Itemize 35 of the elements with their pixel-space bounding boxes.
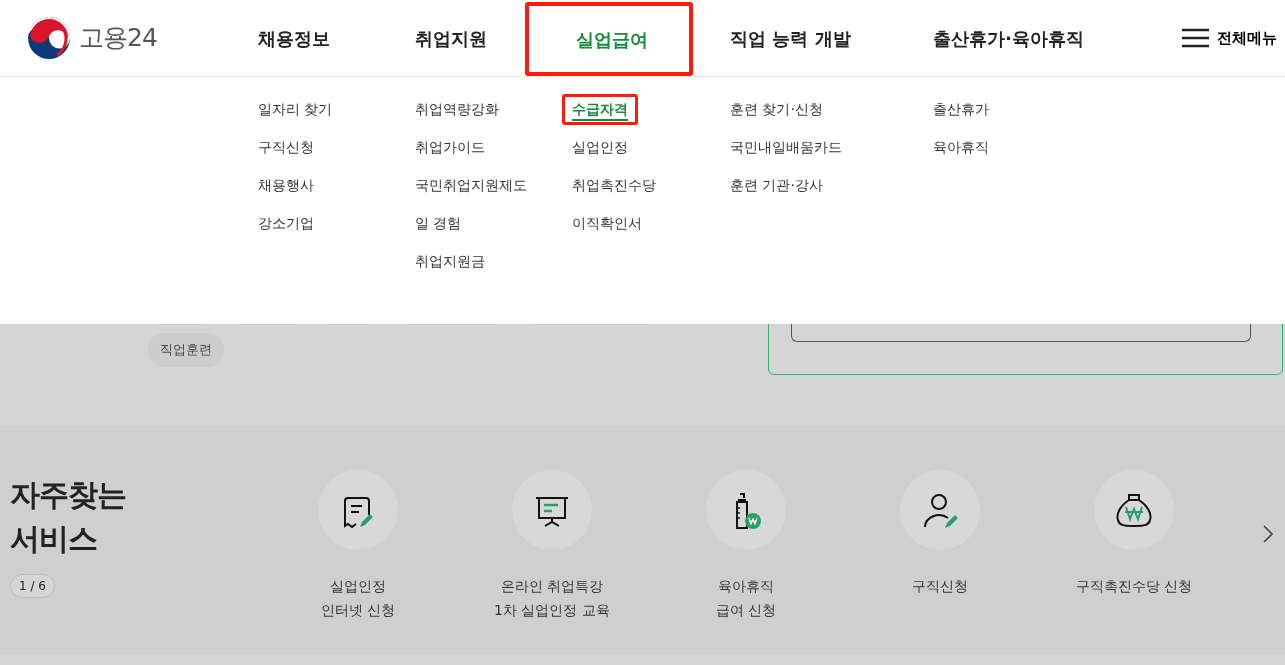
submenu-link[interactable]: 국민내일배움카드 — [720, 132, 852, 163]
nav-tab[interactable]: 취업지원 — [415, 24, 487, 52]
service-link[interactable]: 육아휴직 급여 신청 — [649, 470, 843, 622]
service-link[interactable]: 온라인 취업특강 1차 실업인정 교육 — [455, 470, 649, 622]
menu-icon — [1182, 28, 1209, 48]
service-link[interactable]: 실업인정 인터넷 신청 — [261, 470, 455, 622]
submenu-link[interactable]: 실업인정 — [562, 132, 638, 163]
submenu-link[interactable]: 육아휴직 — [923, 132, 999, 163]
submenu-link[interactable]: 강소기업 — [248, 208, 324, 239]
nav-tab[interactable]: 출산휴가·육아휴직 — [933, 24, 1084, 52]
service-link[interactable]: 구직신청 — [843, 470, 1037, 622]
submenu-link[interactable]: 채용행사 — [248, 170, 324, 201]
submenu-link[interactable]: 취업가이드 — [405, 132, 495, 163]
submenu-link[interactable]: 취업지원금 — [405, 246, 495, 277]
nav-tab[interactable]: 실업급여 — [525, 2, 693, 76]
service-link[interactable]: 구직촉진수당 신청 — [1037, 470, 1231, 622]
submenu-link[interactable]: 취업촉진수당 — [562, 170, 666, 201]
submenu-link[interactable]: 일자리 찾기 — [248, 94, 343, 125]
submenu-link[interactable]: 출산휴가 — [923, 94, 999, 125]
submenu-link[interactable]: 훈련 찾기·신청 — [720, 94, 833, 125]
tag-chip[interactable]: 직업훈련 — [148, 333, 224, 367]
all-menu-button[interactable]: 전체메뉴 — [1182, 26, 1277, 50]
submenu-link[interactable]: 일 경험 — [405, 208, 472, 239]
submenu-link[interactable]: 국민취업지원제도 — [405, 170, 537, 201]
submenu-link[interactable]: 구직신청 — [248, 132, 324, 163]
page-counter: 1 / 6 — [10, 574, 55, 598]
nav-tab[interactable]: 채용정보 — [258, 24, 330, 52]
submenu-link[interactable]: 이직확인서 — [562, 208, 652, 239]
submenu-link[interactable]: 수급자격 — [562, 94, 638, 125]
submenu-link[interactable]: 취업역량강화 — [405, 94, 509, 125]
section-title: 자주찾는 서비스 — [10, 476, 126, 558]
nav-tab[interactable]: 직업 능력 개발 — [730, 24, 851, 52]
submenu-link[interactable]: 훈련 기관·강사 — [720, 170, 833, 201]
site-logo-text[interactable]: 고용24 — [79, 19, 157, 57]
logo-emblem-icon — [27, 16, 71, 60]
